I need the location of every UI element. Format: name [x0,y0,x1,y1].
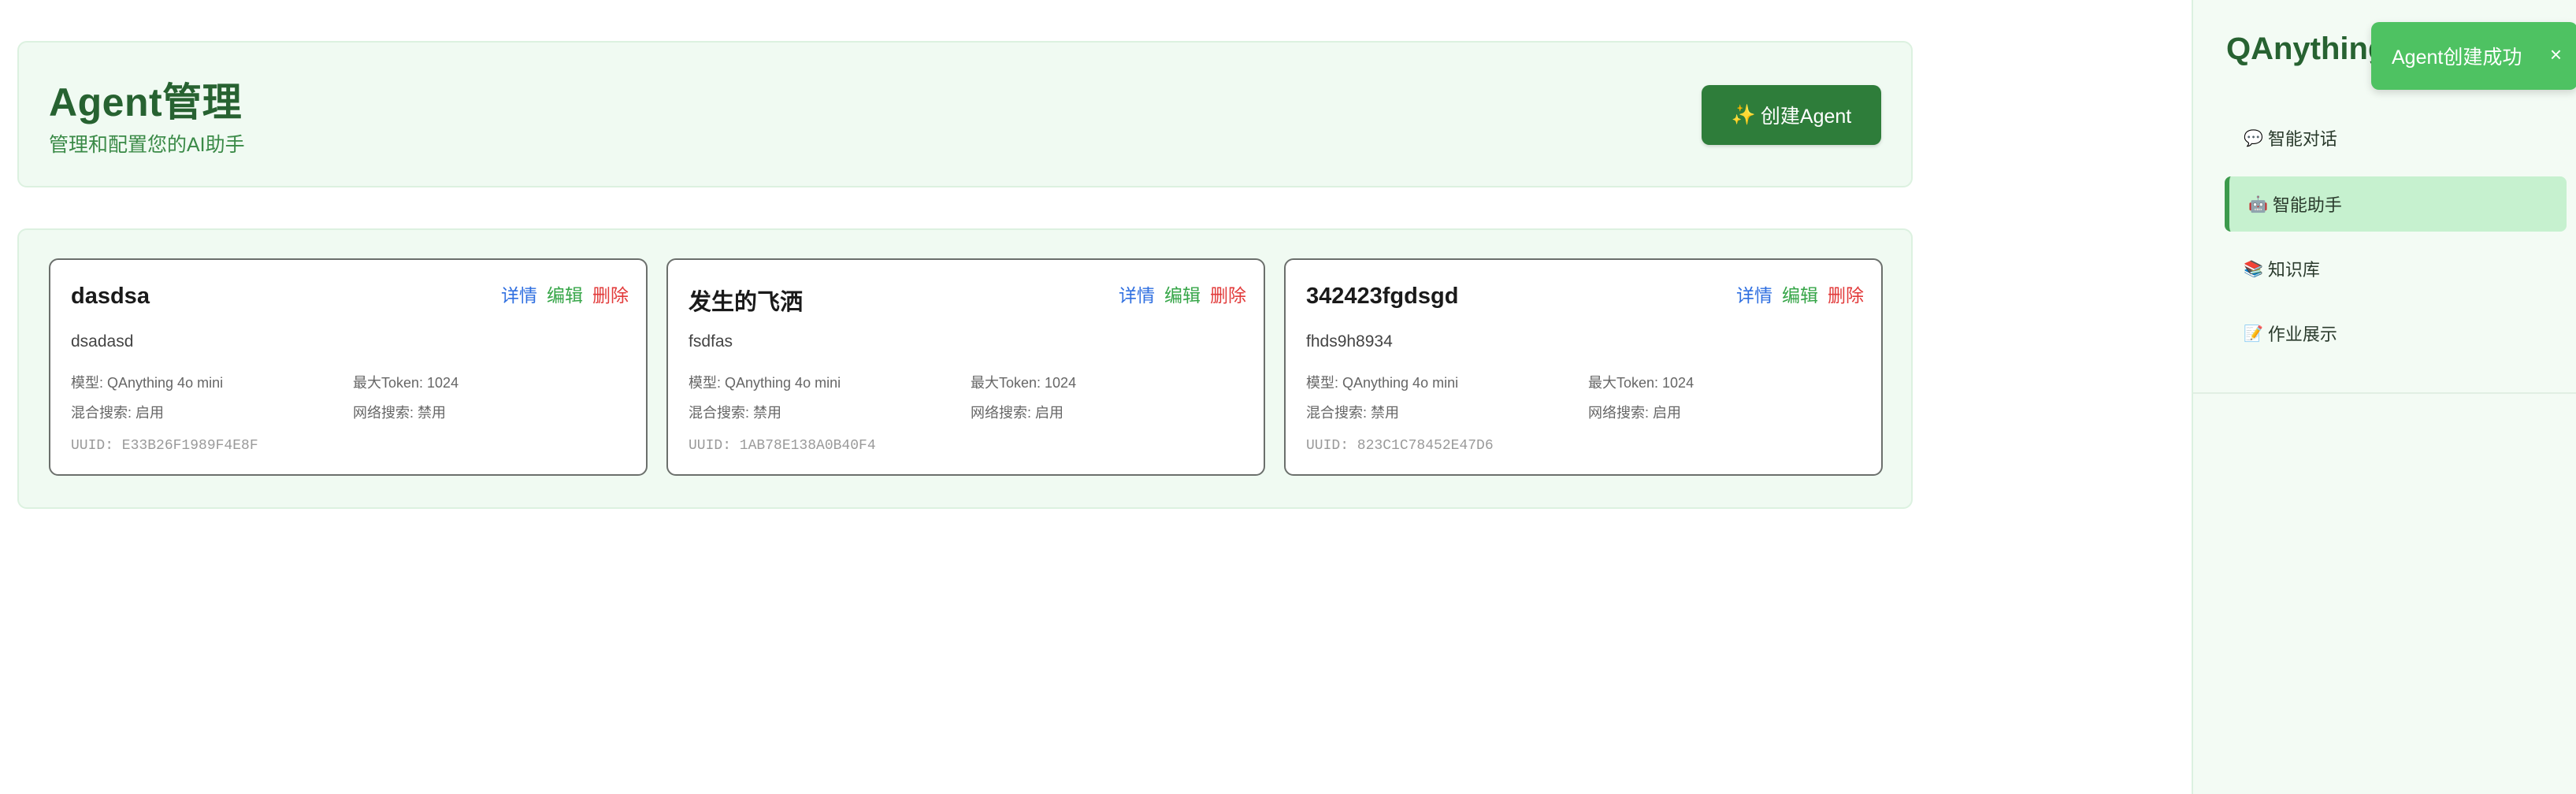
agent-card: 342423fgdsgd 详情 编辑 删除 fhds9h8934 模型: QAn… [1284,258,1883,476]
sidebar-item-chat[interactable]: 💬 智能对话 [2225,110,2567,165]
agent-max-token: 最大Token: 1024 [353,375,459,391]
agent-max-token: 最大Token: 1024 [971,375,1077,391]
detail-link[interactable]: 详情 [1736,280,1772,307]
sidebar-item-knowledge-base[interactable]: 📚 知识库 [2225,241,2567,296]
sidebar-item-homework[interactable]: 📝 作业展示 [2225,306,2567,361]
header-panel: Agent管理 管理和配置您的AI助手 ✨ 创建Agent [17,41,1913,187]
brand-title: QAnything [2226,32,2388,66]
agent-web-search: 网络搜索: 禁用 [353,405,447,421]
sidebar-item-label: 智能对话 [2267,129,2337,149]
agent-name: 342423fgdsgd [1306,284,1459,309]
success-toast: Agent创建成功 × [2371,22,2576,90]
create-agent-label: 创建Agent [1760,106,1852,128]
agent-hybrid-search: 混合搜索: 启用 [71,405,165,421]
sidebar-divider [2193,392,2576,394]
agent-uuid: UUID: E33B26F1989F4E8F [71,438,258,454]
sidebar-item-assistant[interactable]: 🤖 智能助手 [2225,176,2567,232]
agent-model: 模型: QAnything 4o mini [1306,375,1459,391]
agent-web-search: 网络搜索: 启用 [971,405,1064,421]
detail-link[interactable]: 详情 [501,280,537,307]
edit-link[interactable]: 编辑 [1782,280,1818,307]
robot-icon: 🤖 [2248,195,2268,213]
sidebar-item-label: 作业展示 [2267,325,2337,344]
memo-icon: 📝 [2244,325,2263,343]
agent-model: 模型: QAnything 4o mini [689,375,841,391]
page-title: Agent管理 [49,80,243,124]
sidebar: QAnything 💬 智能对话 🤖 智能助手 📚 知识库 📝 作业展示 [2192,0,2576,794]
agent-list: dasdsa 详情 编辑 删除 dsadasd 模型: QAnything 4o… [17,228,1913,509]
books-icon: 📚 [2244,260,2263,278]
sidebar-item-label: 智能助手 [2272,195,2342,215]
agent-description: fhds9h8934 [1306,332,1393,351]
speech-bubble-icon: 💬 [2244,129,2263,147]
create-agent-button[interactable]: ✨ 创建Agent [1702,85,1881,145]
card-actions: 详情 编辑 删除 [501,280,629,307]
close-icon[interactable]: × [2550,43,2562,67]
detail-link[interactable]: 详情 [1119,280,1155,307]
toast-message: Agent创建成功 [2392,46,2522,69]
agent-uuid: UUID: 1AB78E138A0B40F4 [689,438,876,454]
agent-max-token: 最大Token: 1024 [1588,375,1694,391]
agent-uuid: UUID: 823C1C78452E47D6 [1306,438,1494,454]
agent-card: 发生的飞洒 详情 编辑 删除 fsdfas 模型: QAnything 4o m… [666,258,1265,476]
agent-hybrid-search: 混合搜索: 禁用 [1306,405,1400,421]
delete-link[interactable]: 删除 [1210,280,1246,307]
agent-name: 发生的飞洒 [689,290,804,315]
agent-name: dasdsa [71,284,150,309]
agent-web-search: 网络搜索: 启用 [1588,405,1682,421]
agent-card: dasdsa 详情 编辑 删除 dsadasd 模型: QAnything 4o… [49,258,648,476]
edit-link[interactable]: 编辑 [1164,280,1201,307]
page-subtitle: 管理和配置您的AI助手 [49,134,245,156]
agent-hybrid-search: 混合搜索: 禁用 [689,405,782,421]
delete-link[interactable]: 删除 [1828,280,1864,307]
agent-description: fsdfas [689,332,733,351]
sidebar-item-label: 知识库 [2267,260,2320,280]
card-actions: 详情 编辑 删除 [1736,280,1864,307]
edit-link[interactable]: 编辑 [547,280,583,307]
sparkles-icon: ✨ [1731,103,1756,126]
delete-link[interactable]: 删除 [592,280,629,307]
agent-model: 模型: QAnything 4o mini [71,375,224,391]
agent-description: dsadasd [71,332,134,351]
card-actions: 详情 编辑 删除 [1119,280,1246,307]
